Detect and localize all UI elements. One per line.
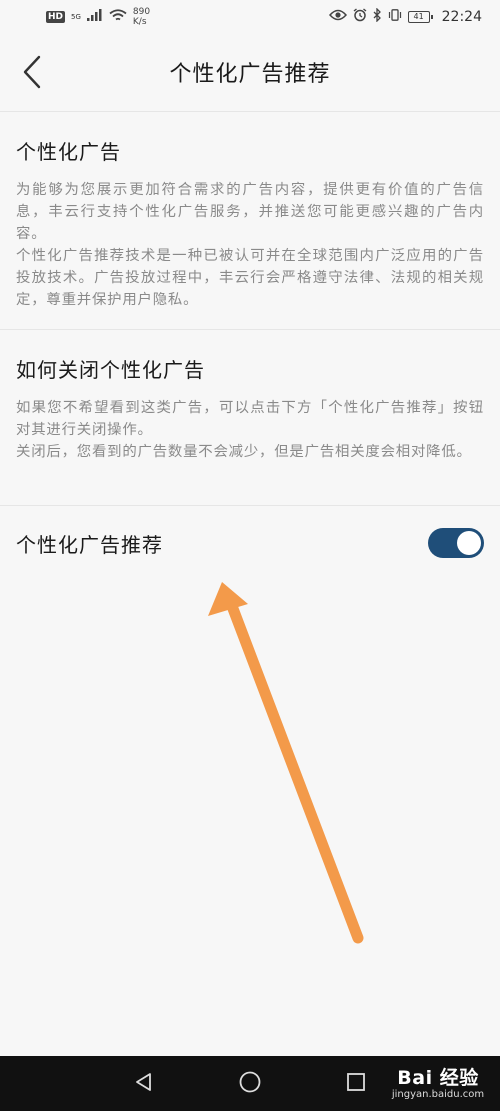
network-type: 5G [71, 12, 81, 21]
system-recents-button[interactable] [326, 1056, 386, 1111]
triangle-back-icon [133, 1071, 155, 1097]
wifi-icon [109, 8, 127, 26]
section-how-to-disable: 如何关闭个性化广告 如果您不希望看到这类广告，可以点击下方「个性化广告推荐」按钮… [0, 330, 500, 506]
net-speed: 890 K/s [133, 7, 150, 27]
square-recents-icon [345, 1071, 367, 1097]
signal-icon [86, 9, 103, 25]
system-home-button[interactable] [220, 1056, 280, 1111]
personalized-ads-toggle-row: 个性化广告推荐 [0, 506, 500, 580]
toggle-label: 个性化广告推荐 [16, 532, 163, 557]
baidu-jingyan-watermark: Bai 经验 jingyan.baidu.com [380, 1062, 496, 1106]
description-paragraph: 如果您不希望看到这类广告，可以点击下方「个性化广告推荐」按钮对其进行关闭操作。 … [16, 400, 484, 460]
nav-bar: 个性化广告推荐 [0, 34, 500, 112]
bluetooth-icon [373, 7, 382, 26]
watermark-url: jingyan.baidu.com [391, 1089, 485, 1100]
section-personalized-ads: 个性化广告 为能够为您展示更加符合需求的广告内容，提供更有价值的广告信息，丰云行… [0, 112, 500, 330]
eye-icon [328, 9, 347, 25]
section-title: 如何关闭个性化广告 [16, 358, 205, 382]
section-title: 个性化广告 [16, 140, 121, 164]
battery-level: 41 [413, 12, 424, 21]
section-description: 为能够为您展示更加符合需求的广告内容，提供更有价值的广告信息，丰云行支持个性化广… [16, 179, 484, 311]
description-paragraph: 为能够为您展示更加符合需求的广告内容，提供更有价值的广告信息，丰云行支持个性化广… [16, 182, 484, 308]
status-bar: HD 5G 890 K/s 41 22:24 [0, 0, 500, 34]
hd-badge: HD [46, 11, 66, 23]
watermark-logo: Bai 经验 [397, 1067, 479, 1089]
screen: HD 5G 890 K/s 41 22:24 个性化广告推荐 个性化广告 为能够… [0, 0, 500, 1111]
clock: 22:24 [441, 9, 482, 25]
vibrate-icon [388, 9, 402, 25]
battery-icon: 41 [407, 11, 433, 23]
toggle-knob [457, 531, 481, 555]
personalized-ads-toggle[interactable] [428, 528, 484, 558]
circle-home-icon [238, 1070, 262, 1098]
net-speed-value: 890 [132, 7, 151, 17]
system-back-button[interactable] [114, 1056, 174, 1111]
page-title: 个性化广告推荐 [169, 62, 331, 87]
alarm-icon [353, 8, 367, 26]
section-description: 如果您不希望看到这类广告，可以点击下方「个性化广告推荐」按钮对其进行关闭操作。 … [16, 397, 484, 463]
net-speed-unit: K/s [132, 17, 147, 27]
